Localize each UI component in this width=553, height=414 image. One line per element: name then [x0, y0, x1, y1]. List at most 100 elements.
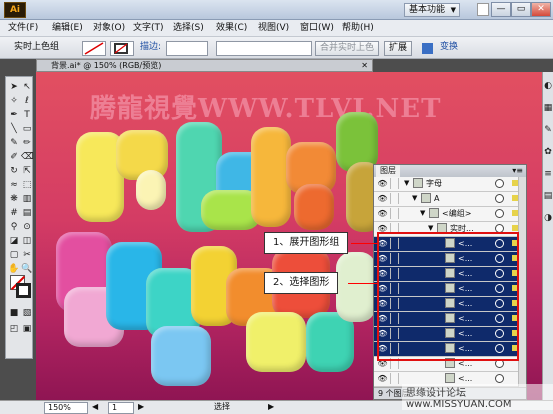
gradient-tool-icon[interactable]: ▤	[21, 207, 33, 219]
lock-toggle[interactable]	[390, 373, 399, 384]
blend-tool-icon[interactable]: ⊙	[21, 221, 33, 233]
zoom-field[interactable]: 150%	[44, 402, 88, 414]
stroke-panel-icon[interactable]: ≡	[543, 168, 553, 180]
visibility-eye-icon[interactable]: 👁	[377, 208, 388, 219]
stroke-weight-field[interactable]	[166, 41, 208, 56]
pen-tool-icon[interactable]: ✒	[8, 109, 20, 121]
eyedropper-tool-icon[interactable]: ⚲	[8, 221, 20, 233]
menu-edit[interactable]: 编辑(E)	[52, 22, 83, 35]
fill-color-picker[interactable]	[82, 41, 106, 56]
tools-panel: ➤ ↖ ✧ ℓ ✒ T ╲ ▭ ✎ ✏ ✐ ⌫ ↻ ⇱ ≈ ⬚ ❋ ▥ # ▤ …	[5, 76, 34, 359]
selection-mode-label: 实时上色组	[14, 42, 60, 52]
menu-object[interactable]: 对象(O)	[93, 22, 125, 35]
paintbrush-tool-icon[interactable]: ✎	[8, 137, 20, 149]
visibility-eye-icon[interactable]: 👁	[377, 178, 388, 189]
menu-file[interactable]: 文件(F)	[8, 22, 38, 35]
next-page-icon[interactable]: ▶	[138, 402, 144, 414]
swatches-panel-icon[interactable]: ▦	[543, 102, 553, 114]
eraser-tool-icon[interactable]: ⌫	[21, 151, 34, 163]
live-paint-bucket-tool-icon[interactable]: ◪	[8, 235, 20, 247]
menu-effect[interactable]: 效果(C)	[216, 22, 247, 35]
menu-type[interactable]: 文字(T)	[133, 22, 164, 35]
close-button[interactable]: ✕	[531, 2, 551, 17]
type-tool-icon[interactable]: T	[21, 109, 33, 121]
selection-tool-icon[interactable]: ➤	[8, 81, 20, 93]
color-panel-icon[interactable]: ◐	[543, 80, 553, 92]
chevron-down-icon: ▼	[450, 6, 457, 14]
search-icon[interactable]	[477, 3, 489, 16]
brushes-panel-icon[interactable]: ✎	[543, 124, 553, 136]
current-tool-label: 选择	[214, 402, 230, 411]
live-paint-selection-tool-icon[interactable]: ◫	[21, 235, 33, 247]
target-circle-icon[interactable]	[495, 194, 504, 203]
draw-normal-icon[interactable]: ◰	[8, 323, 20, 335]
gradient-panel-icon[interactable]: ▤	[543, 190, 553, 202]
visibility-eye-icon[interactable]: 👁	[377, 193, 388, 204]
close-tab-icon[interactable]: ✕	[361, 60, 368, 71]
menu-view[interactable]: 视图(V)	[258, 22, 289, 35]
panel-menu-icon[interactable]: ▾≡	[512, 165, 523, 177]
free-transform-tool-icon[interactable]: ⬚	[21, 179, 33, 191]
gradient-mode-icon[interactable]: ▧	[21, 307, 33, 319]
menu-window[interactable]: 窗口(W)	[300, 22, 334, 35]
hand-tool-icon[interactable]: ✋	[8, 263, 20, 275]
blob-brush-tool-icon[interactable]: ✐	[8, 151, 20, 163]
stroke-swatch[interactable]	[16, 283, 31, 298]
color-mode-icon[interactable]: ■	[8, 307, 20, 319]
menu-help[interactable]: 帮助(H)	[342, 22, 374, 35]
lock-toggle[interactable]	[390, 178, 399, 189]
rectangle-tool-icon[interactable]: ▭	[21, 123, 33, 135]
direct-selection-tool-icon[interactable]: ↖	[21, 81, 33, 93]
target-circle-icon[interactable]	[495, 209, 504, 218]
options-icon[interactable]	[422, 43, 433, 54]
lock-toggle[interactable]	[390, 193, 399, 204]
menu-bar: 文件(F) 编辑(E) 对象(O) 文字(T) 选择(S) 效果(C) 视图(V…	[0, 20, 553, 37]
symbols-panel-icon[interactable]: ✿	[543, 146, 553, 158]
transparency-panel-icon[interactable]: ◑	[543, 212, 553, 224]
document-tab[interactable]: 背景.ai* @ 150% (RGB/预览) ✕	[36, 59, 373, 72]
column-graph-tool-icon[interactable]: ▥	[21, 193, 33, 205]
target-circle-icon[interactable]	[495, 374, 504, 383]
expand-button[interactable]: 扩展	[384, 41, 413, 56]
title-bar: Ai 基本功能 ▼ — ▭ ✕	[0, 0, 553, 20]
prev-page-icon[interactable]: ◀	[92, 402, 98, 414]
lasso-tool-icon[interactable]: ℓ	[21, 95, 33, 107]
layer-row[interactable]: 👁 ▼ A	[374, 192, 526, 207]
watermark-text: 腾龍視覺WWW.TLVI.NET	[90, 94, 442, 124]
restore-button[interactable]: ▭	[511, 2, 531, 17]
layer-thumbnail	[429, 208, 439, 218]
workspace-switcher[interactable]: 基本功能 ▼	[404, 3, 461, 17]
rotate-tool-icon[interactable]: ↻	[8, 165, 20, 177]
expand-triangle-icon[interactable]: ▼	[412, 192, 417, 205]
lock-toggle[interactable]	[390, 208, 399, 219]
target-circle-icon[interactable]	[495, 179, 504, 188]
transform-link[interactable]: 变换	[440, 41, 458, 56]
line-tool-icon[interactable]: ╲	[8, 123, 20, 135]
scale-tool-icon[interactable]: ⇱	[21, 165, 33, 177]
screen-mode-icon[interactable]: ▣	[21, 323, 33, 335]
stroke-color-picker[interactable]	[110, 41, 134, 56]
layer-row[interactable]: 👁 ▼ <编组>	[374, 207, 526, 222]
symbol-sprayer-tool-icon[interactable]: ❋	[8, 193, 20, 205]
stroke-label[interactable]: 描边:	[140, 41, 161, 56]
expand-triangle-icon[interactable]: ▼	[420, 207, 425, 220]
pencil-tool-icon[interactable]: ✏	[21, 137, 33, 149]
expand-triangle-icon[interactable]: ▼	[404, 177, 409, 190]
mesh-tool-icon[interactable]: #	[8, 207, 20, 219]
layer-row[interactable]: 👁 ▼ 字母	[374, 177, 526, 192]
layers-tab[interactable]: 图层	[376, 165, 400, 177]
merge-live-paint-button[interactable]: 合并实时上色	[315, 41, 380, 56]
layer-thumbnail	[445, 373, 455, 383]
menu-select[interactable]: 选择(S)	[173, 22, 204, 35]
minimize-button[interactable]: —	[491, 2, 511, 17]
brush-definition-select[interactable]	[216, 41, 312, 56]
status-menu-icon[interactable]: ▶	[268, 402, 274, 414]
visibility-eye-icon[interactable]: 👁	[377, 373, 388, 384]
artboard-tool-icon[interactable]: ▢	[8, 249, 20, 261]
zoom-tool-icon[interactable]: 🔍	[21, 263, 33, 275]
page-field[interactable]: 1	[108, 402, 134, 414]
layers-scrollbar[interactable]	[518, 177, 526, 388]
magic-wand-tool-icon[interactable]: ✧	[8, 95, 20, 107]
slice-tool-icon[interactable]: ✂	[21, 249, 33, 261]
warp-tool-icon[interactable]: ≈	[8, 179, 20, 191]
